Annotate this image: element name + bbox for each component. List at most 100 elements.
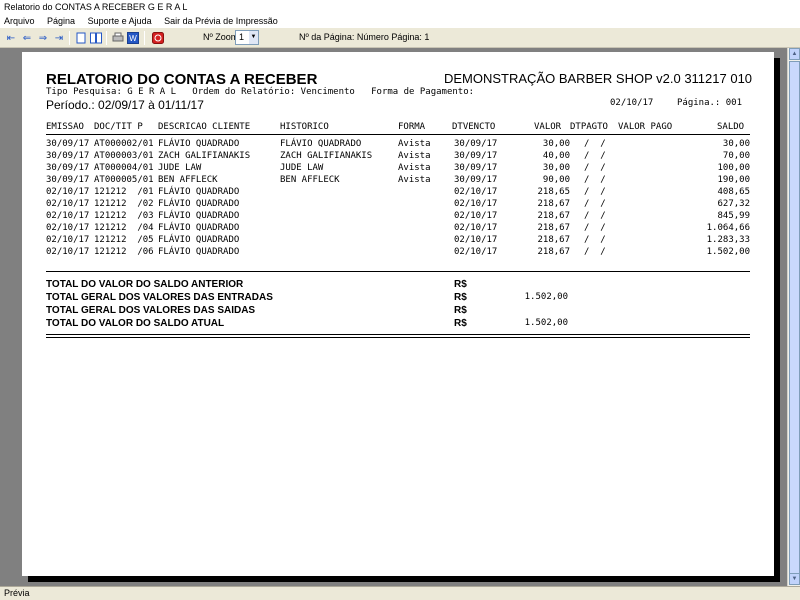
cell-doc: 121212 /03: [94, 211, 154, 221]
cell-dtvencto: 30/09/17: [454, 151, 498, 161]
report-title: RELATORIO DO CONTAS A RECEBER: [46, 71, 318, 88]
cell-historico: FLÁVIO QUADRADO: [280, 139, 362, 149]
scroll-thumb[interactable]: [789, 61, 800, 581]
table-row: 30/09/17 AT000005/01 BEN AFFLECK BEN AFFLEC…: [22, 175, 774, 187]
toolbar: ⇤ ⇐ ⇒ ⇥ W Nº Zoom 1 ▼ Nº da Página: Núme…: [0, 28, 800, 48]
first-page-icon[interactable]: ⇤: [4, 31, 18, 45]
cell-valor: 30,00: [542, 139, 570, 149]
total-saldo-atual-value: 1.502,00: [524, 318, 568, 328]
cell-doc: 121212 /06: [94, 247, 154, 257]
total-entradas-currency: R$: [454, 292, 467, 303]
cell-dtpagto: / /: [584, 223, 606, 233]
col-emissao: EMISSAO: [46, 122, 84, 132]
report-page-number: Página.: 001: [677, 98, 743, 108]
status-bar: Prévia: [0, 586, 800, 600]
menu-sair[interactable]: Sair da Prévia de Impressão: [159, 14, 283, 28]
report-subtitle: Tipo Pesquisa: G E R A L Ordem do Relató…: [46, 87, 475, 97]
cell-doc: AT000004/01: [94, 163, 154, 173]
page-number-label: Nº da Página: Número Página: 1: [299, 32, 430, 42]
cell-dtvencto: 02/10/17: [454, 211, 498, 221]
toolbar-separator: [106, 31, 107, 45]
cell-doc: 121212 /02: [94, 199, 154, 209]
single-page-icon[interactable]: [74, 31, 88, 45]
cell-valor: 218,67: [537, 235, 570, 245]
cell-dtvencto: 30/09/17: [454, 139, 498, 149]
col-cliente: DESCRICAO CLIENTE: [158, 122, 251, 132]
vertical-scrollbar[interactable]: ▲ ▼: [787, 48, 800, 586]
cell-doc: 121212 /01: [94, 187, 154, 197]
report-date: 02/10/17: [610, 98, 654, 108]
total-saidas-label: TOTAL GERAL DOS VALORES DAS SAIDAS: [46, 305, 256, 316]
table-row: 02/10/17 121212 /06 FLÁVIO QUADRADO 02/10/1…: [22, 247, 774, 259]
cell-dtpagto: / /: [584, 175, 606, 185]
header-divider: [46, 134, 750, 135]
cell-saldo: 30,00: [722, 139, 750, 149]
pdf-export-icon[interactable]: [151, 31, 165, 45]
cell-emissao: 30/09/17: [46, 163, 90, 173]
total-saldo-anterior-currency: R$: [454, 279, 467, 290]
cell-saldo: 1.502,00: [706, 247, 750, 257]
cell-cliente: BEN AFFLECK: [158, 175, 218, 185]
cell-valor: 218,67: [537, 199, 570, 209]
cell-dtvencto: 02/10/17: [454, 187, 498, 197]
cell-saldo: 1.283,33: [706, 235, 750, 245]
cell-cliente: FLÁVIO QUADRADO: [158, 235, 240, 245]
cell-emissao: 30/09/17: [46, 175, 90, 185]
cell-saldo: 408,65: [717, 187, 750, 197]
chevron-down-icon[interactable]: ▼: [249, 31, 258, 44]
menu-pagina[interactable]: Página: [42, 14, 80, 28]
cell-dtvencto: 02/10/17: [454, 235, 498, 245]
cell-doc: AT000003/01: [94, 151, 154, 161]
col-valorpago: VALOR PAGO: [618, 122, 673, 132]
cell-dtpagto: / /: [584, 187, 606, 197]
cell-valor: 218,67: [537, 223, 570, 233]
menu-arquivo[interactable]: Arquivo: [0, 14, 40, 28]
two-pages-icon[interactable]: [89, 31, 103, 45]
cell-emissao: 02/10/17: [46, 187, 90, 197]
cell-saldo: 627,32: [717, 199, 750, 209]
cell-valor: 90,00: [542, 175, 570, 185]
scroll-down-icon[interactable]: ▼: [789, 573, 800, 585]
word-export-icon[interactable]: W: [126, 31, 140, 45]
cell-saldo: 190,00: [717, 175, 750, 185]
cell-historico: BEN AFFLECK: [280, 175, 340, 185]
company-name: DEMONSTRAÇÃO BARBER SHOP v2.0 311217 010: [444, 71, 753, 86]
cell-forma: Avista: [398, 163, 431, 173]
cell-dtpagto: / /: [584, 211, 606, 221]
last-page-icon[interactable]: ⇥: [52, 31, 66, 45]
cell-doc: 121212 /04: [94, 223, 154, 233]
cell-dtvencto: 02/10/17: [454, 247, 498, 257]
cell-dtpagto: / /: [584, 199, 606, 209]
cell-doc: 121212 /05: [94, 235, 154, 245]
cell-cliente: FLÁVIO QUADRADO: [158, 223, 240, 233]
footer-divider-2: [46, 337, 750, 338]
print-icon[interactable]: [111, 31, 125, 45]
cell-dtvencto: 02/10/17: [454, 223, 498, 233]
cell-dtvencto: 30/09/17: [454, 175, 498, 185]
total-entradas-value: 1.502,00: [524, 292, 568, 302]
cell-historico: ZACH GALIFIANAKIS: [280, 151, 373, 161]
cell-valor: 30,00: [542, 163, 570, 173]
cell-valor: 218,65: [537, 187, 570, 197]
col-historico: HISTORICO: [280, 122, 329, 132]
scroll-up-icon[interactable]: ▲: [789, 48, 800, 60]
table-row: 02/10/17 121212 /03 FLÁVIO QUADRADO 02/10/1…: [22, 211, 774, 223]
cell-valor: 40,00: [542, 151, 570, 161]
cell-dtpagto: / /: [584, 163, 606, 173]
cell-cliente: FLÁVIO QUADRADO: [158, 199, 240, 209]
window-title: Relatorio do CONTAS A RECEBER G E R A L: [0, 0, 800, 14]
next-page-icon[interactable]: ⇒: [36, 31, 50, 45]
zoom-select[interactable]: 1 ▼: [235, 30, 259, 45]
menu-suporte[interactable]: Suporte e Ajuda: [83, 14, 157, 28]
cell-valor: 218,67: [537, 211, 570, 221]
cell-saldo: 1.064,66: [706, 223, 750, 233]
prev-page-icon[interactable]: ⇐: [20, 31, 34, 45]
table-row: 30/09/17 AT000002/01 FLÁVIO QUADRADO FLÁVIO…: [22, 139, 774, 151]
zoom-value: 1: [239, 32, 245, 42]
cell-dtvencto: 30/09/17: [454, 163, 498, 173]
report-period: Período.: 02/09/17 à 01/11/17: [46, 98, 204, 112]
cell-dtpagto: / /: [584, 235, 606, 245]
cell-cliente: FLÁVIO QUADRADO: [158, 187, 240, 197]
cell-emissao: 02/10/17: [46, 199, 90, 209]
cell-forma: Avista: [398, 175, 431, 185]
